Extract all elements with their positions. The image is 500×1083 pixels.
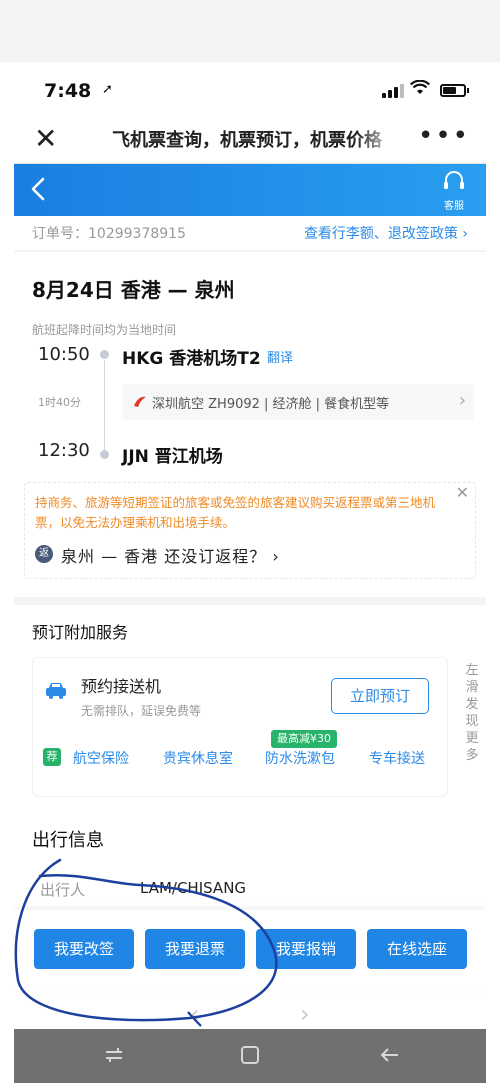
reimbursement-button[interactable]: 我要报销: [256, 929, 356, 969]
traveler-label: 出行人: [40, 881, 86, 899]
status-time: 7:48: [44, 80, 92, 102]
recent-apps-icon[interactable]: [102, 1043, 126, 1067]
addon-services-card: 预约接送机 无需排队，延误免费等 立即预订 荐 航空保险 贵宾休息室 防水洗漱包…: [32, 657, 448, 797]
action-bar: 我要改签 我要退票 我要报销 在线选座: [14, 910, 486, 990]
screenshot-top-margin: [0, 0, 500, 62]
back-icon[interactable]: [378, 1043, 402, 1067]
service-car-transfer[interactable]: 专车接送: [369, 748, 425, 768]
section-divider: [14, 597, 486, 605]
seat-selection-button[interactable]: 在线选座: [367, 929, 467, 969]
close-notice-icon[interactable]: ✕: [456, 483, 469, 502]
return-badge-icon: 返: [35, 545, 53, 563]
service-toiletry-kit[interactable]: 防水洗漱包: [265, 748, 335, 768]
baggage-policy-link[interactable]: 查看行李额、退改签政策 ›: [304, 223, 468, 243]
service-insurance[interactable]: 航空保险: [73, 748, 129, 768]
more-menu-icon[interactable]: •••: [418, 121, 470, 151]
arrival-time: 12:30: [38, 440, 90, 461]
battery-icon: [440, 84, 469, 97]
service-vip-lounge[interactable]: 贵宾休息室: [163, 748, 233, 768]
airline-logo-icon: [134, 396, 146, 407]
order-number: 订单号：10299378915: [32, 226, 186, 242]
page-title: 飞机票查询，机票预订，机票价格: [112, 126, 397, 152]
route-title: 8月24日 香港 — 泉州: [32, 278, 235, 302]
flight-card: 8月24日 香港 — 泉州 航班起降时间均为当地时间 10:50 HKG 香港机…: [14, 252, 486, 809]
trip-section-title: 出行信息: [32, 830, 104, 851]
webview-nav-bar: ✕ 飞机票查询，机票预订，机票价格 •••: [14, 117, 486, 164]
car-icon: [46, 683, 66, 699]
addon-service-row: 荐 航空保险 贵宾休息室 防水洗漱包 最高减¥30 专车接送: [43, 730, 443, 780]
back-arrow-icon[interactable]: [24, 174, 54, 204]
order-info-row: 订单号：10299378915 查看行李额、退改签政策 ›: [14, 216, 486, 250]
promo-tag: 最高减¥30: [271, 730, 337, 748]
addon-section-title: 预订附加服务: [32, 623, 129, 642]
visa-notice: 持商务、旅游等短期签证的旅客或免签的旅客建议购买返程票或第三地机票，以免无法办理…: [24, 482, 476, 579]
headset-icon: [444, 171, 464, 189]
timeline-line: [104, 360, 105, 450]
flight-duration: 1时40分: [38, 396, 81, 409]
translate-link[interactable]: 翻译: [267, 347, 293, 366]
timezone-note: 航班起降时间均为当地时间: [32, 323, 177, 337]
scroll-right-icon[interactable]: ›: [300, 1000, 310, 1028]
refund-button[interactable]: 我要退票: [145, 929, 245, 969]
return-trip-link[interactable]: 泉州 — 香港 还没订返程？ ›: [61, 543, 280, 567]
service-label: 客服: [444, 201, 464, 212]
home-icon[interactable]: [238, 1043, 262, 1067]
traveler-name: LAM/CHISANG: [140, 879, 247, 897]
flight-details-text: 深圳航空 ZH9092 | 经济舱 | 餐食机型等: [152, 397, 390, 412]
wifi-icon: [410, 80, 430, 94]
location-arrow-icon: ➚: [102, 82, 113, 97]
timeline-dot-departure: [100, 350, 109, 359]
header-bar: 客服: [14, 164, 486, 216]
chevron-right-icon: ›: [458, 390, 466, 411]
pickup-service-subtitle: 无需排队，延误免费等: [81, 704, 202, 718]
close-icon[interactable]: ✕: [34, 123, 57, 155]
arrival-airport: JJN 晋江机场: [122, 447, 223, 467]
customer-service-button[interactable]: 客服: [440, 170, 468, 212]
change-flight-button[interactable]: 我要改签: [34, 929, 134, 969]
book-now-button[interactable]: 立即预订: [331, 678, 429, 714]
status-bar: 7:48 ➚: [14, 62, 486, 117]
visa-notice-text: 持商务、旅游等短期签证的旅客或免签的旅客建议购买返程票或第三地机票，以免无法办理…: [35, 495, 436, 530]
cellular-signal-icon: [382, 84, 404, 98]
swipe-hint: 左滑发现更多: [465, 663, 479, 763]
android-nav-bar: [14, 1029, 486, 1083]
order-detail-content: 订单号：10299378915 查看行李额、退改签政策 › 8月24日 香港 —…: [14, 216, 486, 1029]
scroll-left-icon[interactable]: ‹: [190, 1000, 200, 1028]
pickup-service-title: 预约接送机: [81, 677, 162, 696]
departure-airport: HKG 香港机场T2: [122, 349, 261, 369]
departure-time: 10:50: [38, 344, 90, 365]
battery-level-fill: [443, 87, 457, 94]
recommend-badge: 荐: [43, 748, 61, 766]
flight-details-row[interactable]: 深圳航空 ZH9092 | 经济舱 | 餐食机型等 ›: [122, 384, 474, 420]
timeline-dot-arrival: [100, 450, 109, 459]
